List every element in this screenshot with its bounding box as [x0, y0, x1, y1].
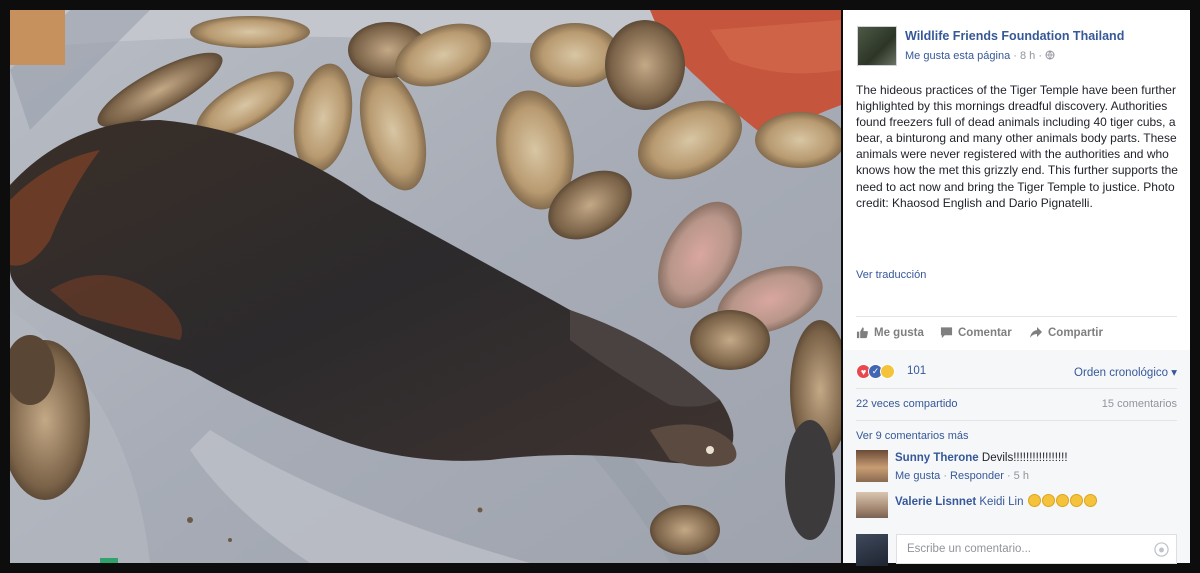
crying-emoji-icon — [1027, 494, 1041, 507]
comment-author[interactable]: Valerie Lisnnet — [895, 496, 976, 508]
comment-input[interactable] — [896, 534, 1177, 564]
camera-icon[interactable] — [1154, 542, 1169, 557]
comment-time[interactable]: 5 h — [1014, 470, 1029, 482]
page-name-link[interactable]: Wildlife Friends Foundation Thailand — [905, 29, 1124, 43]
reaction-count[interactable]: 101 — [907, 365, 926, 377]
like-page-link[interactable]: Me gusta esta página — [905, 50, 1010, 62]
sad-reaction-icon — [880, 364, 895, 379]
like-label: Me gusta — [874, 326, 924, 339]
post-actions: Me gusta Comentar Compartir — [856, 324, 1177, 344]
comment-mention[interactable]: Keidi Lin — [979, 496, 1023, 508]
meta-separator: · — [1038, 50, 1046, 62]
comment-icon — [940, 327, 953, 339]
comment-message: Devils!!!!!!!!!!!!!!!!! — [981, 452, 1068, 464]
comment-item: Sunny Therone Devils!!!!!!!!!!!!!!!!! Me… — [856, 450, 1177, 482]
globe-icon — [1045, 50, 1055, 60]
meta-separator: · — [1013, 50, 1020, 62]
page-avatar[interactable] — [857, 26, 897, 66]
thumbs-up-icon — [856, 327, 868, 339]
share-label: Compartir — [1048, 326, 1103, 339]
share-icon — [1030, 327, 1042, 338]
reactions-row: ♥ ✓ 101 Orden cronológico ▾ — [856, 364, 1177, 380]
link-separator: · — [1006, 470, 1014, 482]
divider — [856, 316, 1177, 317]
post-text: The hideous practices of the Tiger Templ… — [856, 83, 1178, 210]
like-button[interactable]: Me gusta — [856, 326, 924, 339]
comment-count: 15 comentarios — [1101, 398, 1177, 410]
view-more-comments-link[interactable]: Ver 9 comentarios más — [856, 430, 969, 442]
crying-emoji-icon — [1041, 494, 1055, 507]
comment-button[interactable]: Comentar — [940, 326, 1012, 339]
comment-label: Comentar — [958, 326, 1012, 339]
commenter-avatar[interactable] — [856, 450, 888, 482]
post-photo[interactable] — [10, 10, 841, 563]
see-translation-link[interactable]: Ver traducción — [856, 269, 926, 281]
comment-text: Valerie Lisnnet Keidi Lin — [895, 494, 1097, 508]
reactions-and-comments: ♥ ✓ 101 Orden cronológico ▾ 22 veces com… — [843, 350, 1190, 566]
commenter-avatar[interactable] — [856, 492, 888, 518]
crying-emoji-icon — [1083, 494, 1097, 507]
divider — [856, 388, 1177, 389]
post-meta: Me gusta esta página · 8 h · — [905, 50, 1055, 62]
reaction-icons[interactable]: ♥ ✓ — [856, 364, 895, 379]
comment-like-link[interactable]: Me gusta — [895, 470, 940, 482]
crying-emoji-icon — [1055, 494, 1069, 507]
screenshot-frame: Wildlife Friends Foundation Thailand Me … — [0, 0, 1200, 573]
comment-item: Valerie Lisnnet Keidi Lin — [856, 492, 1177, 518]
comment-composer — [856, 534, 1177, 566]
share-count-link[interactable]: 22 veces compartido — [856, 398, 958, 410]
share-button[interactable]: Compartir — [1029, 326, 1103, 339]
divider — [856, 420, 1177, 421]
current-user-avatar — [856, 534, 888, 566]
photo-illustration — [10, 10, 841, 563]
post-header: Wildlife Friends Foundation Thailand Me … — [857, 26, 1177, 66]
crying-emoji-icon — [1069, 494, 1083, 507]
comment-author[interactable]: Sunny Therone — [895, 452, 979, 464]
comment-text: Sunny Therone Devils!!!!!!!!!!!!!!!!! — [895, 452, 1068, 464]
comment-order-dropdown[interactable]: Orden cronológico ▾ — [1074, 365, 1177, 379]
comment-links: Me gusta · Responder · 5 h — [895, 470, 1029, 482]
comment-reply-link[interactable]: Responder — [950, 470, 1004, 482]
post-time[interactable]: 8 h — [1020, 50, 1035, 62]
facebook-post-panel: Wildlife Friends Foundation Thailand Me … — [843, 10, 1190, 566]
